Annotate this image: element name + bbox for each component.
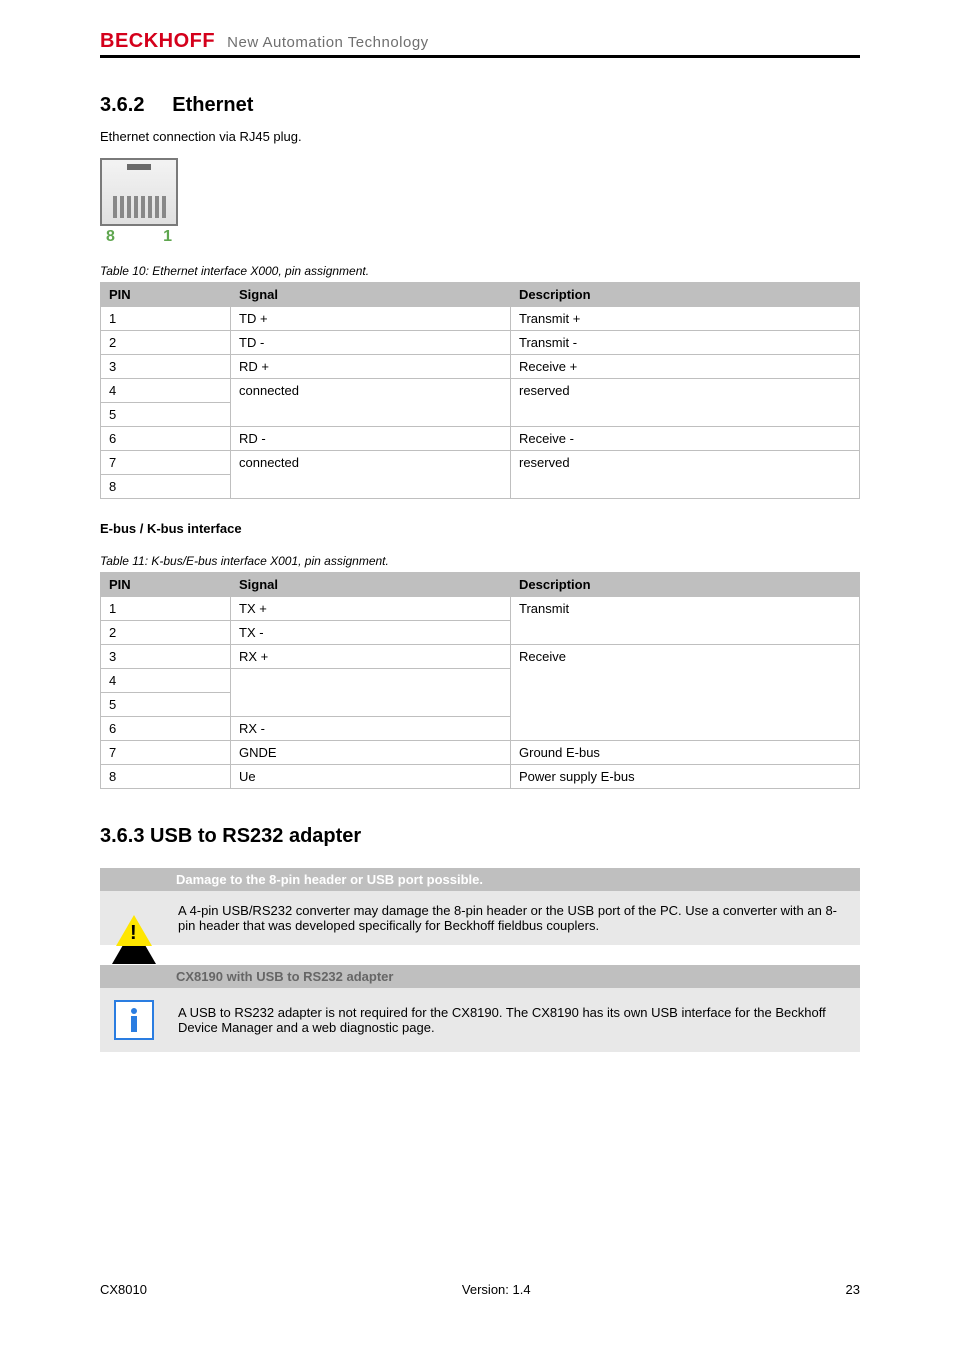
table-x001-caption: Table 11: K-bus/E-bus interface X001, pi… — [100, 554, 860, 568]
rj45-diagram: 8 1 — [100, 158, 860, 246]
note-body: A USB to RS232 adapter is not required f… — [168, 988, 860, 1052]
th-signal: Signal — [231, 283, 511, 307]
warning-header-iconcell — [100, 868, 168, 891]
note-icon-cell — [100, 988, 168, 1052]
warning-body: A 4-pin USB/RS232 converter may damage t… — [168, 891, 860, 945]
warning-callout: Damage to the 8-pin header or USB port p… — [100, 868, 860, 945]
warning-icon-cell: ! — [100, 891, 168, 945]
table-x001: PIN Signal Description 1 TX + Transmit 2… — [100, 572, 860, 789]
section-heading: 3.6.2 Ethernet — [100, 94, 860, 117]
section-intro: Ethernet connection via RJ45 plug. — [100, 129, 860, 144]
section-title: Ethernet — [172, 94, 253, 116]
warning-title: Damage to the 8-pin header or USB port p… — [168, 868, 860, 891]
page-footer: CX8010 Version: 1.4 23 — [100, 1282, 860, 1317]
footer-docref: CX8010 — [100, 1282, 147, 1297]
th-desc: Description — [511, 283, 860, 307]
th-pin: PIN — [101, 573, 231, 597]
footer-version: Version: 1.4 — [462, 1282, 531, 1297]
usb-heading: 3.6.3 USB to RS232 adapter — [100, 825, 860, 848]
table-row: 3 RD + Receive + — [101, 355, 860, 379]
table-row: 1 TD + Transmit + — [101, 307, 860, 331]
table-row: 1 TX + Transmit — [101, 597, 860, 621]
brand-logo: BECKHOFF New Automation Technology — [100, 30, 429, 52]
th-desc: Description — [511, 573, 860, 597]
x001-heading: E-bus / K-bus interface — [100, 521, 860, 536]
table-x000: PIN Signal Description 1 TD + Transmit +… — [100, 282, 860, 499]
rj45-connector-icon — [100, 158, 178, 226]
table-row: 2 TD - Transmit - — [101, 331, 860, 355]
footer-page: 23 — [846, 1282, 860, 1297]
table-row: 8 Ue Power supply E-bus — [101, 765, 860, 789]
note-title: CX8190 with USB to RS232 adapter — [168, 965, 860, 988]
table-row: 4 connected reserved — [101, 379, 860, 403]
table-row: 7 GNDE Ground E-bus — [101, 741, 860, 765]
brand-name: BECKHOFF — [100, 30, 215, 52]
info-icon — [114, 1000, 154, 1040]
table-row: 3 RX + Receive — [101, 645, 860, 669]
rj45-pin-right: 1 — [163, 228, 172, 246]
rj45-pin-left: 8 — [106, 228, 115, 246]
table-row: 7 connected reserved — [101, 451, 860, 475]
note-callout: CX8190 with USB to RS232 adapter A USB t… — [100, 965, 860, 1052]
table-row: 6 RD - Receive - — [101, 427, 860, 451]
th-pin: PIN — [101, 283, 231, 307]
note-header-iconcell — [100, 965, 168, 988]
table-x000-caption: Table 10: Ethernet interface X000, pin a… — [100, 264, 860, 278]
th-signal: Signal — [231, 573, 511, 597]
brand-tagline: New Automation Technology — [227, 34, 429, 51]
section-number: 3.6.2 — [100, 94, 144, 116]
warning-triangle-icon: ! — [112, 911, 156, 926]
